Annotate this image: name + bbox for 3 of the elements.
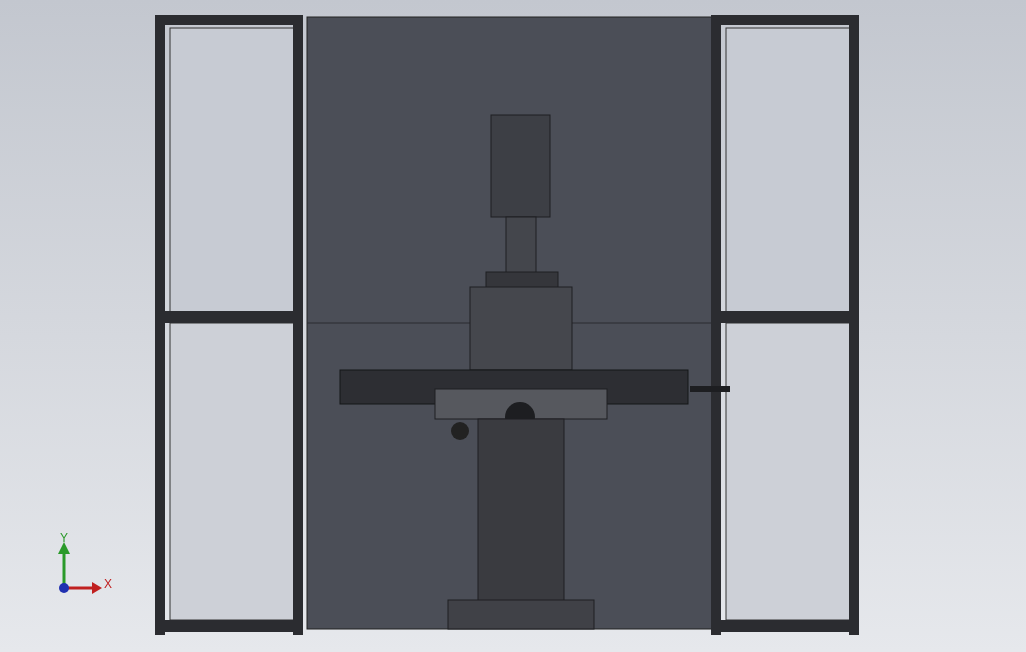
y-axis-label: Y (60, 531, 68, 545)
axis-triad-icon (58, 542, 102, 594)
x-axis-label: X (104, 577, 112, 591)
